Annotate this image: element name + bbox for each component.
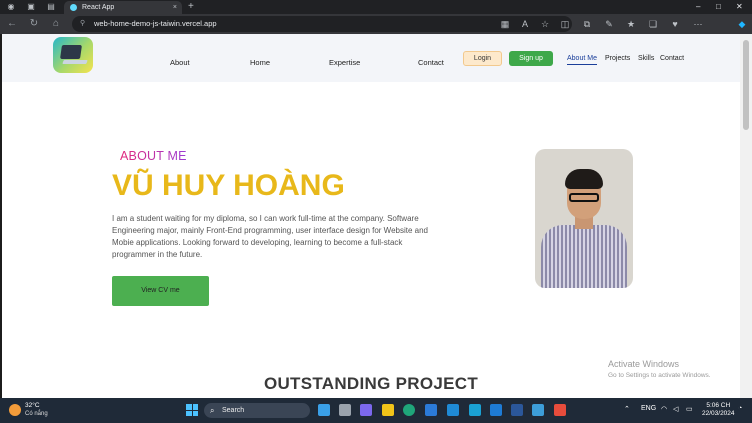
collections-icon[interactable]: ✎: [603, 18, 615, 30]
more-menu-icon[interactable]: ⋯: [692, 18, 704, 30]
clock-time: 5:06 CH: [706, 402, 731, 409]
taskbar-search[interactable]: ⌕ Search: [204, 403, 310, 418]
page-scrollbar[interactable]: [740, 34, 752, 398]
browser-tab-bar: ◉ ▣ ▤ React App × + – □ ✕: [0, 0, 752, 14]
favorites-icon[interactable]: ★: [625, 18, 637, 30]
tray-chevron-icon[interactable]: ⌃: [624, 405, 630, 413]
read-aloud-icon[interactable]: A: [519, 18, 531, 30]
language-indicator[interactable]: ENG: [641, 405, 656, 412]
reload-icon[interactable]: ↻: [27, 17, 41, 31]
vscode-icon[interactable]: [490, 404, 502, 416]
hero-description: I am a student waiting for my diploma, s…: [112, 214, 429, 259]
extensions-icon[interactable]: ⧉: [581, 18, 593, 30]
edge-browser-icon[interactable]: [403, 404, 415, 416]
volume-icon[interactable]: ◁: [673, 405, 678, 413]
windows-start-icon[interactable]: [186, 404, 198, 416]
close-tab-icon[interactable]: ×: [173, 1, 177, 14]
weather-condition[interactable]: Có nắng: [25, 411, 48, 417]
site-header: About Home Expertise Contact Login Sign …: [2, 34, 740, 82]
wifi-icon[interactable]: ◠: [661, 405, 667, 413]
tab-title: React App: [82, 4, 115, 11]
tab-actions-icon[interactable]: ▤: [46, 2, 56, 12]
nav-projects[interactable]: Projects: [605, 55, 630, 62]
todo-app-icon[interactable]: [447, 404, 459, 416]
nav-contact[interactable]: Contact: [418, 58, 444, 67]
address-bar[interactable]: ⚲ web-home-demo-js-taiwin.vercel.app: [72, 16, 572, 32]
new-tab-button[interactable]: +: [188, 0, 194, 14]
laptop-logo-icon[interactable]: [53, 37, 93, 73]
view-cv-button[interactable]: View CV me: [112, 276, 209, 306]
profile-icon[interactable]: ◉: [6, 2, 16, 12]
word-icon[interactable]: [511, 404, 523, 416]
favorite-star-icon[interactable]: ☆: [539, 18, 551, 30]
apps-icon[interactable]: ▦: [499, 18, 511, 30]
weather-app-icon[interactable]: [318, 404, 330, 416]
weather-sun-icon[interactable]: [9, 404, 21, 416]
collections-panel-icon[interactable]: ❏: [647, 18, 659, 30]
page-viewport: About Home Expertise Contact Login Sign …: [2, 34, 740, 398]
nav-contact-right[interactable]: Contact: [660, 55, 684, 62]
nav-about-me[interactable]: About Me: [567, 55, 597, 65]
nav-expertise[interactable]: Expertise: [329, 58, 360, 67]
store-app-icon[interactable]: [425, 404, 437, 416]
chat-app-icon[interactable]: [360, 404, 372, 416]
nav-about[interactable]: About: [170, 58, 190, 67]
url-text: web-home-demo-js-taiwin.vercel.app: [94, 19, 217, 28]
minimize-icon[interactable]: –: [696, 0, 700, 14]
browser-toolbar: ← ↻ ⌂ ⚲ web-home-demo-js-taiwin.vercel.a…: [0, 14, 752, 34]
activate-windows-title: Activate Windows: [608, 359, 680, 369]
back-icon[interactable]: ←: [5, 17, 19, 31]
file-explorer-icon[interactable]: [382, 404, 394, 416]
office-app-icon[interactable]: [554, 404, 566, 416]
taskbar-clock[interactable]: 5:06 CH 22/03/2024: [702, 402, 735, 418]
notes-app-icon[interactable]: [532, 404, 544, 416]
search-icon: ⌕: [210, 406, 215, 415]
clock-date: 22/03/2024: [702, 410, 735, 417]
hero-name: VŨ HUY HOÀNG: [112, 169, 345, 202]
scrollbar-thumb[interactable]: [743, 40, 749, 130]
weather-temperature[interactable]: 32°C: [25, 402, 40, 409]
home-icon[interactable]: ⌂: [49, 17, 63, 31]
about-me-label: ABOUT ME: [120, 149, 187, 163]
wallet-icon[interactable]: ♥: [669, 18, 681, 30]
notifications-icon[interactable]: ◔: [738, 405, 742, 412]
split-screen-icon[interactable]: ◫: [559, 18, 571, 30]
nav-skills[interactable]: Skills: [638, 55, 654, 62]
login-button[interactable]: Login: [463, 51, 502, 66]
react-favicon-icon: [70, 4, 77, 11]
nav-home[interactable]: Home: [250, 58, 270, 67]
outstanding-project-heading: OUTSTANDING PROJECT: [263, 374, 479, 393]
close-window-icon[interactable]: ✕: [736, 0, 743, 14]
copilot-icon[interactable]: ◆: [736, 18, 748, 30]
task-view-icon[interactable]: [339, 404, 351, 416]
profile-photo: [535, 149, 633, 288]
browser-tab[interactable]: React App ×: [64, 1, 182, 14]
site-info-icon[interactable]: ⚲: [80, 16, 85, 32]
signup-button[interactable]: Sign up: [509, 51, 553, 66]
search-placeholder: Search: [222, 407, 245, 414]
maximize-icon[interactable]: □: [716, 0, 721, 14]
workspaces-icon[interactable]: ▣: [26, 2, 36, 12]
remote-app-icon[interactable]: [469, 404, 481, 416]
battery-icon[interactable]: ▭: [686, 405, 693, 413]
windows-taskbar: 32°C Có nắng ⌕ Search ⌃ ENG ◠ ◁ ▭ 5:06 C…: [0, 398, 752, 423]
